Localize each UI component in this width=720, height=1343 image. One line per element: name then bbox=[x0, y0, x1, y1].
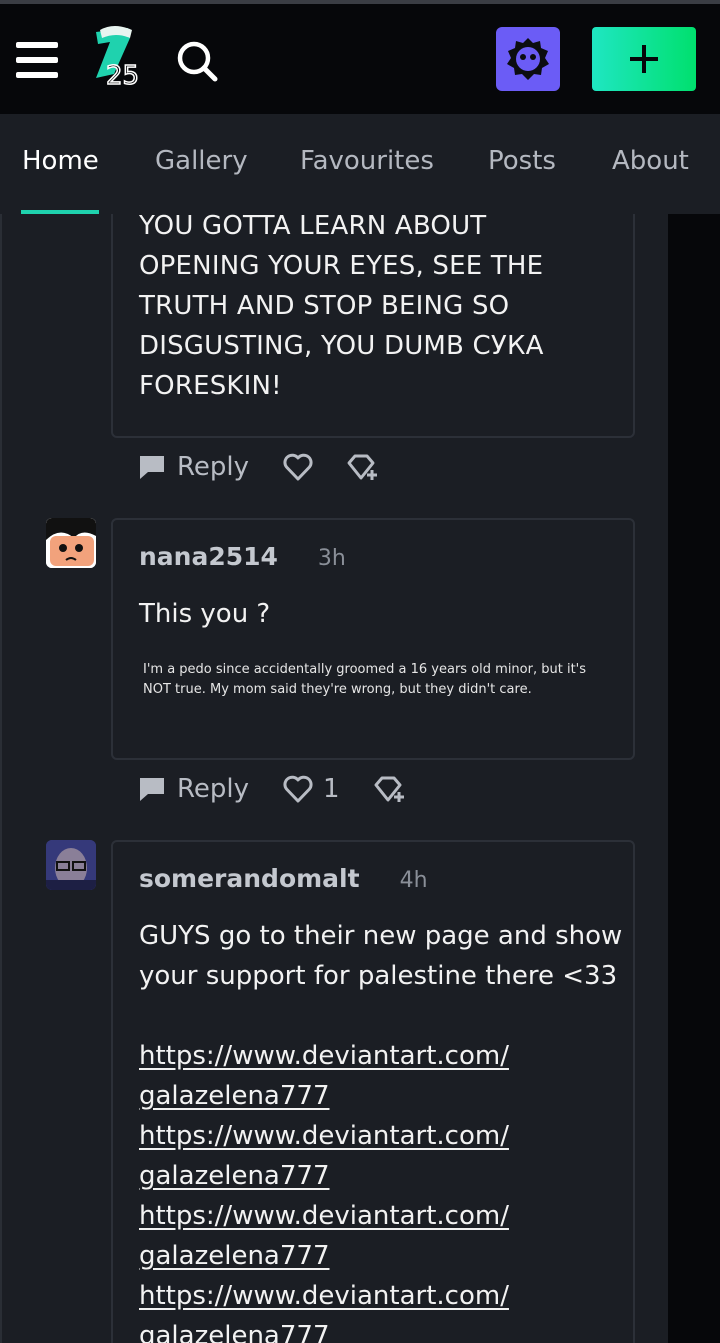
comment-body: GUYS go to their new page and show your … bbox=[139, 916, 622, 1343]
comment-line: your support for palestine there <33 bbox=[139, 961, 618, 991]
comment-link[interactable]: https://www.deviantart.com/ bbox=[139, 1281, 509, 1311]
comment-link[interactable]: https://www.deviantart.com/ bbox=[139, 1201, 509, 1231]
like-count: 1 bbox=[323, 774, 340, 804]
comment-link[interactable]: galazelena777 bbox=[139, 1161, 330, 1191]
thread-line bbox=[0, 214, 2, 1343]
cartoon-face-icon bbox=[46, 518, 96, 568]
logo-text: 25 bbox=[106, 61, 139, 91]
profile-tabs: Home Gallery Favourites Posts About bbox=[0, 114, 720, 214]
comment-line: FORESKIN! bbox=[139, 371, 282, 401]
tab-home[interactable]: Home bbox=[22, 146, 99, 176]
heart-icon bbox=[283, 453, 313, 481]
photo-avatar-icon bbox=[46, 840, 96, 890]
user-avatar-icon bbox=[507, 38, 549, 80]
comment-card: YOU GOTTA LEARN ABOUT OPENING YOUR EYES,… bbox=[111, 214, 635, 438]
comment-body: YOU GOTTA LEARN ABOUT OPENING YOUR EYES,… bbox=[139, 214, 544, 406]
comment-link[interactable]: https://www.deviantart.com/ bbox=[139, 1121, 509, 1151]
like-button[interactable]: 1 bbox=[283, 774, 340, 804]
reply-button[interactable]: Reply bbox=[137, 452, 249, 482]
heart-icon bbox=[283, 775, 313, 803]
attached-image[interactable]: I'm a pedo since accidentally groomed a … bbox=[143, 660, 586, 700]
tab-posts[interactable]: Posts bbox=[488, 146, 556, 176]
avatar[interactable] bbox=[46, 840, 96, 890]
comment-card: nana2514 3h This you ? I'm a pedo since … bbox=[111, 518, 635, 760]
comment-line: OPENING YOUR EYES, SEE THE bbox=[139, 251, 544, 281]
search-icon[interactable] bbox=[176, 40, 218, 82]
comment-card: somerandomalt 4h GUYS go to their new pa… bbox=[111, 840, 635, 1343]
avatar[interactable] bbox=[46, 518, 96, 568]
gem-plus-icon bbox=[374, 776, 404, 802]
image-text-line: NOT true. My mom said they're wrong, but… bbox=[143, 682, 532, 697]
comment-link[interactable]: galazelena777 bbox=[139, 1241, 330, 1271]
comment-author[interactable]: nana2514 bbox=[139, 542, 278, 571]
comment-actions: Reply bbox=[137, 447, 379, 487]
plus-icon bbox=[630, 45, 658, 73]
page-gutter bbox=[668, 214, 720, 1343]
comment-header: somerandomalt 4h bbox=[139, 864, 428, 893]
comment-body: This you ? bbox=[139, 599, 271, 629]
site-logo[interactable]: 25 bbox=[90, 24, 146, 92]
reply-label: Reply bbox=[177, 774, 250, 804]
reply-button[interactable]: Reply bbox=[137, 774, 249, 804]
comment-link[interactable]: galazelena777 bbox=[139, 1321, 330, 1343]
comment-line: GUYS go to their new page and show bbox=[139, 921, 623, 951]
tab-favourites[interactable]: Favourites bbox=[300, 146, 434, 176]
award-button[interactable] bbox=[372, 774, 406, 804]
like-button[interactable] bbox=[283, 453, 313, 481]
comment-link[interactable]: galazelena777 bbox=[139, 1081, 330, 1111]
comment-author[interactable]: somerandomalt bbox=[139, 864, 360, 893]
comment-line: YOU GOTTA LEARN ABOUT bbox=[139, 214, 487, 241]
comment-time: 4h bbox=[399, 868, 428, 893]
comment-time: 3h bbox=[317, 546, 346, 571]
user-avatar-button[interactable] bbox=[496, 27, 560, 91]
comment-line: TRUTH AND STOP BEING SO bbox=[139, 291, 510, 321]
comment-line: DISGUSTING, YOU DUMB СУКА bbox=[139, 331, 544, 361]
tab-gallery[interactable]: Gallery bbox=[155, 146, 248, 176]
comment-actions: Reply 1 bbox=[137, 769, 406, 809]
speech-bubble-icon bbox=[140, 456, 164, 479]
gem-plus-icon bbox=[347, 454, 378, 480]
comment-header: nana2514 3h bbox=[139, 542, 346, 571]
reply-label: Reply bbox=[177, 452, 250, 482]
award-button[interactable] bbox=[345, 452, 379, 482]
submit-button[interactable] bbox=[592, 27, 696, 91]
comments-section: YOU GOTTA LEARN ABOUT OPENING YOUR EYES,… bbox=[0, 214, 668, 1343]
image-text-line: I'm a pedo since accidentally groomed a … bbox=[143, 662, 587, 677]
speech-bubble-icon bbox=[140, 778, 164, 801]
top-app-bar: 25 bbox=[0, 4, 720, 114]
menu-icon[interactable] bbox=[16, 42, 58, 78]
comment-link[interactable]: https://www.deviantart.com/ bbox=[139, 1041, 509, 1071]
tab-about[interactable]: About bbox=[612, 146, 689, 176]
